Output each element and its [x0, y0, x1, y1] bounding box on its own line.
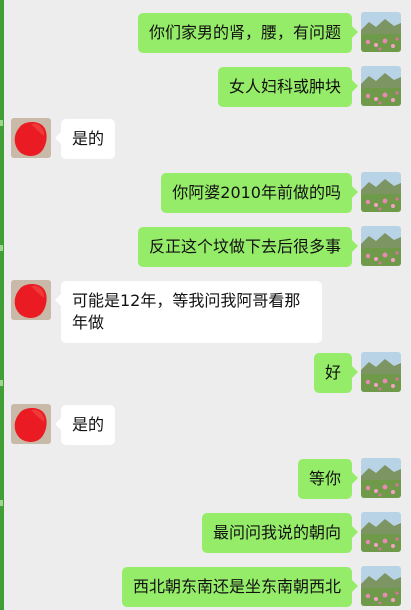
edge-dash	[0, 245, 3, 251]
red-redacted-avatar-icon	[11, 280, 51, 320]
message-bubble-outgoing[interactable]: 好	[313, 353, 359, 393]
left-edge-strip	[0, 0, 4, 610]
message-bubble-outgoing[interactable]: 西北朝东南还是坐东南朝西北	[121, 567, 359, 607]
self-avatar[interactable]	[361, 66, 401, 106]
self-avatar[interactable]	[361, 458, 401, 498]
message-bubble-outgoing[interactable]: 等你	[297, 459, 359, 499]
contact-avatar[interactable]	[11, 118, 51, 158]
landscape-photo-avatar-icon	[361, 512, 401, 552]
message-bubble-incoming[interactable]: 是的	[54, 119, 116, 159]
landscape-photo-avatar-icon	[361, 172, 401, 212]
contact-avatar[interactable]	[11, 280, 51, 320]
self-avatar[interactable]	[361, 226, 401, 266]
message-bubble-incoming[interactable]: 可能是12年，等我问我阿哥看那年做	[55, 281, 322, 343]
self-avatar[interactable]	[361, 352, 401, 392]
message-bubble-outgoing[interactable]: 你们家男的肾，腰，有问题	[137, 13, 359, 53]
message-bubble-outgoing[interactable]: 最问问我说的朝向	[201, 513, 359, 553]
landscape-photo-avatar-icon	[361, 226, 401, 266]
edge-dash	[0, 120, 3, 126]
landscape-photo-avatar-icon	[361, 566, 401, 606]
edge-dash	[0, 380, 3, 386]
contact-avatar[interactable]	[11, 404, 51, 444]
edge-dash	[0, 500, 3, 506]
landscape-photo-avatar-icon	[361, 458, 401, 498]
message-bubble-outgoing[interactable]: 女人妇科或肿块	[217, 67, 359, 107]
message-bubble-incoming[interactable]: 是的	[54, 405, 116, 445]
self-avatar[interactable]	[361, 172, 401, 212]
landscape-photo-avatar-icon	[361, 12, 401, 52]
self-avatar[interactable]	[361, 12, 401, 52]
landscape-photo-avatar-icon	[361, 66, 401, 106]
message-bubble-outgoing[interactable]: 反正这个坟做下去后很多事	[137, 227, 359, 267]
landscape-photo-avatar-icon	[361, 352, 401, 392]
red-redacted-avatar-icon	[11, 404, 51, 444]
self-avatar[interactable]	[361, 512, 401, 552]
self-avatar[interactable]	[361, 566, 401, 606]
red-redacted-avatar-icon	[11, 118, 51, 158]
message-bubble-outgoing[interactable]: 你阿婆2010年前做的吗	[161, 173, 358, 213]
